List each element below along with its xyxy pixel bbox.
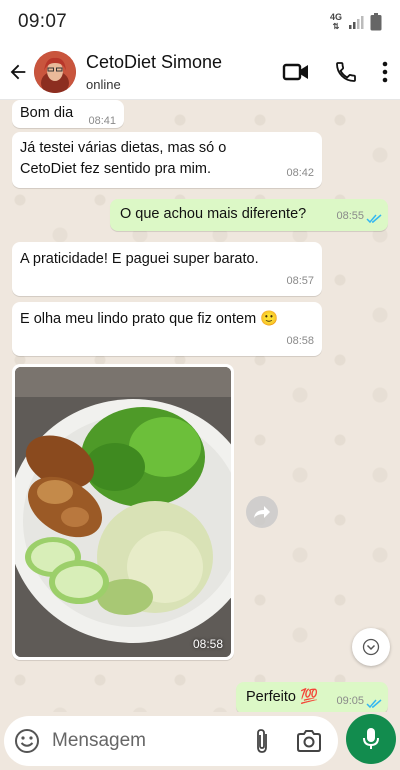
contact-status: online	[86, 76, 121, 92]
message-time: 08:41	[88, 115, 116, 127]
message-bubble-outgoing[interactable]: O que achou mais diferente? 08:55	[110, 199, 388, 231]
message-text: E olha meu lindo prato que fiz ontem 🙂	[20, 311, 279, 327]
camera-icon[interactable]	[296, 730, 322, 752]
status-bar: 09:07 4G ⇅	[0, 0, 400, 44]
food-photo[interactable]: 08:58	[15, 367, 231, 657]
message-time: 09:05	[336, 695, 364, 707]
read-receipt-icon	[366, 699, 382, 709]
chevron-down-icon	[362, 638, 380, 656]
more-options-button[interactable]	[382, 61, 388, 83]
chat-area[interactable]: Bom dia 08:41 Já testei várias dietas, m…	[0, 100, 400, 712]
video-call-button[interactable]	[282, 61, 310, 83]
mic-icon	[363, 728, 379, 749]
voice-record-button[interactable]	[346, 714, 396, 764]
contact-avatar[interactable]	[34, 50, 76, 93]
message-bubble-incoming[interactable]: A praticidade! E paguei super barato. 08…	[12, 242, 322, 296]
message-input[interactable]	[52, 730, 227, 752]
contact-info[interactable]: CetoDiet Simone online	[86, 52, 222, 92]
status-icons: 4G ⇅	[330, 13, 382, 31]
message-bubble-incoming[interactable]: Já testei várias dietas, mas só o CetoDi…	[12, 132, 322, 188]
phone-icon	[336, 61, 356, 82]
message-time: 08:42	[286, 167, 314, 179]
message-time: 08:55	[336, 210, 364, 222]
food-photo-image	[15, 367, 231, 657]
header-actions	[282, 60, 388, 84]
arrow-left-icon	[10, 64, 26, 79]
chat-header: CetoDiet Simone online	[0, 44, 400, 100]
message-bubble-outgoing[interactable]: Perfeito 💯 09:05	[236, 682, 388, 712]
message-composer	[4, 716, 338, 766]
forward-button[interactable]	[246, 496, 278, 528]
message-bubble-incoming[interactable]: Bom dia 08:41	[12, 100, 124, 128]
more-vertical-icon	[382, 61, 388, 82]
video-call-icon	[282, 63, 308, 80]
message-bubble-incoming[interactable]: E olha meu lindo prato que fiz ontem 🙂 0…	[12, 302, 322, 356]
composer-actions	[254, 728, 322, 754]
message-time: 08:57	[286, 275, 314, 287]
battery-icon	[370, 13, 382, 31]
signal-icon	[349, 16, 364, 29]
message-text: Já testei várias dietas, mas só o CetoDi…	[20, 140, 227, 177]
scroll-to-bottom-button[interactable]	[352, 628, 390, 666]
data-arrows-icon: ⇅	[332, 22, 340, 31]
network-type: 4G	[329, 12, 342, 22]
avatar-image	[34, 50, 76, 93]
input-bar	[0, 712, 400, 770]
network-indicator: 4G ⇅	[329, 12, 342, 32]
message-text: A praticidade! E paguei super barato.	[20, 251, 259, 267]
image-time: 08:58	[192, 637, 223, 651]
emoji-icon[interactable]	[14, 728, 40, 754]
contact-name: CetoDiet Simone	[86, 51, 223, 72]
status-time: 09:07	[18, 11, 68, 32]
forward-icon	[254, 506, 270, 518]
voice-call-button[interactable]	[334, 60, 358, 84]
image-message-bubble[interactable]: 08:58	[12, 364, 234, 660]
message-time: 08:58	[286, 335, 314, 347]
read-receipt-icon	[366, 214, 382, 224]
back-button[interactable]	[2, 52, 34, 92]
paperclip-icon[interactable]	[254, 728, 270, 754]
